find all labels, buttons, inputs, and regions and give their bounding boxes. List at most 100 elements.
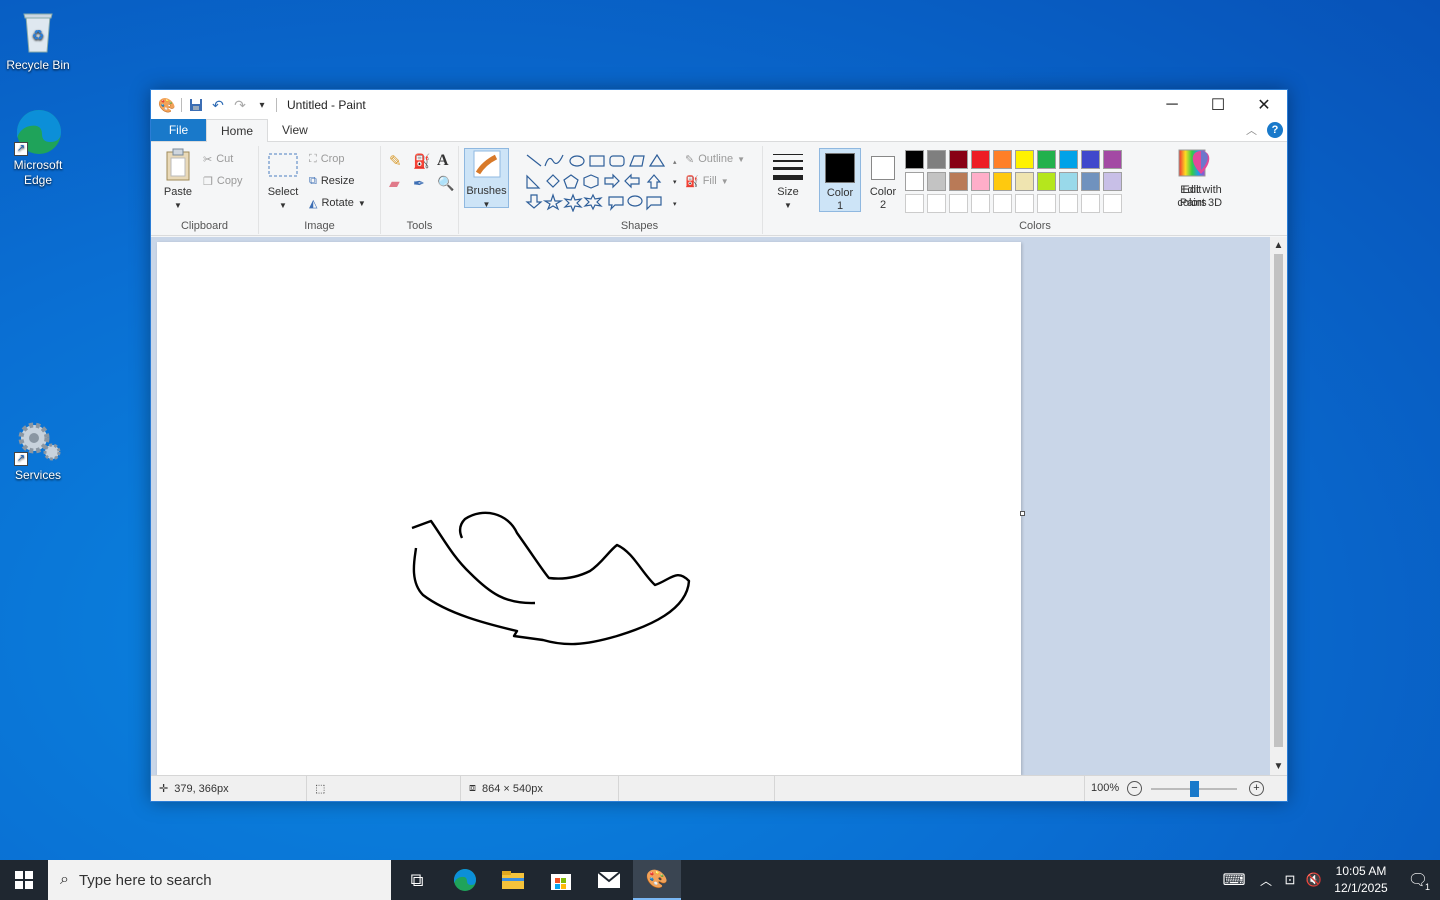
cut-button[interactable]: ✂ Cut xyxy=(203,150,233,168)
customize-qa-icon[interactable]: ▾ xyxy=(254,97,270,113)
tab-view[interactable]: View xyxy=(268,119,322,141)
drawing-canvas[interactable] xyxy=(157,242,1021,775)
palette-swatch[interactable] xyxy=(1037,172,1056,191)
palette-swatch[interactable] xyxy=(1015,150,1034,169)
palette-swatch[interactable] xyxy=(971,194,990,213)
clock[interactable]: 10:05 AM 12/1/2025 xyxy=(1326,863,1396,897)
edit-with-paint3d-button[interactable]: Edit with Paint 3D xyxy=(1175,148,1227,210)
fill-button[interactable]: ⛽ Fill ▼ xyxy=(685,172,729,190)
palette-swatch[interactable] xyxy=(905,150,924,169)
fill-label: Fill xyxy=(702,175,717,187)
palette-swatch[interactable] xyxy=(927,194,946,213)
color2-button[interactable]: Color 2 xyxy=(863,148,903,212)
color-picker-icon[interactable]: ✒ xyxy=(413,174,425,192)
copy-button[interactable]: ❐ Copy xyxy=(203,172,243,190)
palette-swatch[interactable] xyxy=(1059,172,1078,191)
tab-home[interactable]: Home xyxy=(206,119,269,142)
taskbar-search-box[interactable]: ⌕ Type here to search xyxy=(48,860,391,900)
collapse-ribbon-icon[interactable]: ︿ xyxy=(1246,122,1257,138)
size-button[interactable]: Size ▼ xyxy=(769,148,807,212)
file-explorer-icon[interactable] xyxy=(489,860,537,900)
scroll-up-icon[interactable]: ▲ xyxy=(1270,237,1287,254)
palette-swatch[interactable] xyxy=(1015,194,1034,213)
status-empty xyxy=(619,776,775,801)
chevron-up-icon[interactable]: ︿ xyxy=(1254,860,1278,900)
rotate-button[interactable]: ◭ Rotate ▼ xyxy=(309,194,366,212)
palette-swatch[interactable] xyxy=(1103,194,1122,213)
outline-button[interactable]: ✎ Outline ▼ xyxy=(685,150,745,168)
fill-bucket-icon[interactable]: ⛽ xyxy=(413,152,430,170)
palette-swatch[interactable] xyxy=(971,150,990,169)
svg-text:▴: ▴ xyxy=(673,159,677,166)
scroll-down-icon[interactable]: ▼ xyxy=(1270,758,1287,775)
palette-swatch[interactable] xyxy=(1081,172,1100,191)
close-button[interactable]: ✕ xyxy=(1241,90,1287,120)
scroll-thumb[interactable] xyxy=(1274,254,1283,747)
palette-swatch[interactable] xyxy=(927,172,946,191)
save-icon[interactable] xyxy=(188,97,204,113)
palette-swatch[interactable] xyxy=(1103,150,1122,169)
start-button[interactable] xyxy=(0,860,48,900)
palette-swatch[interactable] xyxy=(1015,172,1034,191)
palette-swatch[interactable] xyxy=(949,194,968,213)
window-title: Untitled - Paint xyxy=(287,98,366,112)
pencil-icon[interactable]: ✎ xyxy=(389,152,402,170)
desktop-icon-label: Recycle Bin xyxy=(6,58,70,72)
palette-swatch[interactable] xyxy=(1081,150,1100,169)
palette-swatch[interactable] xyxy=(1059,150,1078,169)
brushes-button[interactable]: Brushes ▼ xyxy=(464,148,509,209)
palette-swatch[interactable] xyxy=(1037,194,1056,213)
palette-swatch[interactable] xyxy=(1103,172,1122,191)
notification-center-icon[interactable]: 🗨 1 xyxy=(1396,860,1440,900)
zoom-slider-thumb[interactable] xyxy=(1190,781,1199,797)
palette-swatch[interactable] xyxy=(971,172,990,191)
redo-icon[interactable]: ↷ xyxy=(232,97,248,113)
zoom-in-icon[interactable]: + xyxy=(1249,781,1264,796)
palette-swatch[interactable] xyxy=(905,194,924,213)
paste-button[interactable]: Paste ▼ xyxy=(161,148,195,212)
palette-swatch[interactable] xyxy=(1081,194,1100,213)
desktop-icon-recycle-bin[interactable]: ♻ Recycle Bin xyxy=(0,8,76,73)
palette-swatch[interactable] xyxy=(905,172,924,191)
selection-size: ⬚ xyxy=(307,776,461,801)
resize-button[interactable]: ⧉ Resize xyxy=(309,172,354,190)
volume-icon[interactable]: 🔇 xyxy=(1302,860,1326,900)
palette-swatch[interactable] xyxy=(993,150,1012,169)
desktop-icon-edge[interactable]: ↗ Microsoft Edge xyxy=(0,108,76,188)
zoom-out-icon[interactable]: − xyxy=(1127,781,1142,796)
crop-button[interactable]: ⛶ Crop xyxy=(309,150,345,168)
mail-icon[interactable] xyxy=(585,860,633,900)
undo-icon[interactable]: ↶ xyxy=(210,97,226,113)
palette-swatch[interactable] xyxy=(949,172,968,191)
palette-swatch[interactable] xyxy=(927,150,946,169)
title-bar: 🎨 ↶ ↷ ▾ Untitled - Paint ─ ☐ ✕ xyxy=(151,90,1287,120)
task-view-icon[interactable]: ⧉ xyxy=(393,860,441,900)
magnifier-icon[interactable]: 🔍 xyxy=(437,174,454,192)
maximize-button[interactable]: ☐ xyxy=(1195,90,1241,120)
tab-file[interactable]: File xyxy=(151,119,206,141)
palette-swatch[interactable] xyxy=(993,194,1012,213)
store-icon[interactable] xyxy=(537,860,585,900)
text-icon[interactable]: A xyxy=(437,152,449,170)
minimize-button[interactable]: ─ xyxy=(1149,90,1195,120)
vertical-scrollbar[interactable]: ▲ ▼ xyxy=(1270,237,1287,775)
palette-swatch[interactable] xyxy=(1037,150,1056,169)
eraser-icon[interactable]: ▰ xyxy=(389,174,400,192)
keyboard-icon[interactable]: ⌨ xyxy=(1214,860,1254,900)
chevron-down-icon: ▼ xyxy=(174,201,182,210)
palette-swatch[interactable] xyxy=(949,150,968,169)
palette-swatch[interactable] xyxy=(1059,194,1078,213)
paint-taskbar-icon[interactable]: 🎨 xyxy=(633,860,681,900)
select-button[interactable]: Select ▼ xyxy=(265,148,301,212)
help-icon[interactable]: ? xyxy=(1267,122,1283,138)
edge-taskbar-icon[interactable] xyxy=(441,860,489,900)
shapes-gallery[interactable]: ▴ ▾ ▾ xyxy=(523,152,681,212)
zoom-slider[interactable] xyxy=(1151,781,1237,797)
copy-icon: ❐ xyxy=(203,175,213,188)
color1-button[interactable]: Color 1 xyxy=(819,148,861,212)
color1-swatch xyxy=(825,153,855,183)
canvas-resize-handle[interactable] xyxy=(1020,511,1025,516)
network-icon[interactable]: ⊡ xyxy=(1278,860,1302,900)
desktop-icon-services[interactable]: ↗ Services xyxy=(0,418,76,483)
palette-swatch[interactable] xyxy=(993,172,1012,191)
